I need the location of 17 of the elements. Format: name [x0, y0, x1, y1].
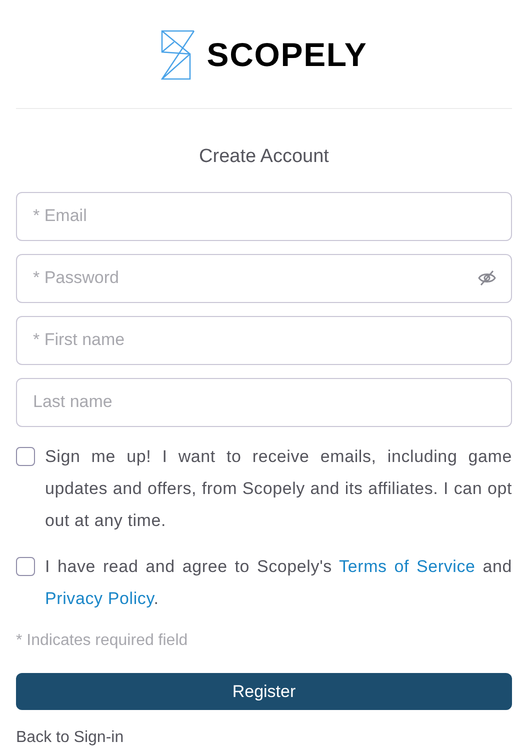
- consent-text: Sign me up! I want to receive emails, including game updates and offers, from Scopely and its affiliates. I can opt out at any time.: [45, 446, 512, 532]
- input-field[interactable]: * Email: [16, 192, 512, 240]
- input-field[interactable]: * First name: [16, 316, 512, 364]
- logo-icon: [160, 30, 195, 80]
- checkbox[interactable]: [16, 556, 35, 576]
- eye-off-icon[interactable]: [478, 270, 496, 286]
- required-note: * Indicates required field: [16, 630, 189, 650]
- back-link[interactable]: Back to Sign-in: [16, 726, 124, 750]
- register-button[interactable]: Register: [16, 672, 512, 710]
- input-field[interactable]: Last name: [16, 378, 512, 426]
- consent-text: I have read and agree to Scopely's Terms of Service and Privacy Policy.: [45, 556, 512, 610]
- input-field[interactable]: * Password: [16, 254, 512, 302]
- page-title: Create Account: [198, 145, 330, 169]
- logo-wordmark: SCOPELY: [206, 35, 368, 76]
- policy-link[interactable]: Terms of Service: [339, 556, 476, 576]
- checkbox[interactable]: [16, 446, 35, 466]
- policy-link[interactable]: Privacy Policy: [45, 588, 154, 608]
